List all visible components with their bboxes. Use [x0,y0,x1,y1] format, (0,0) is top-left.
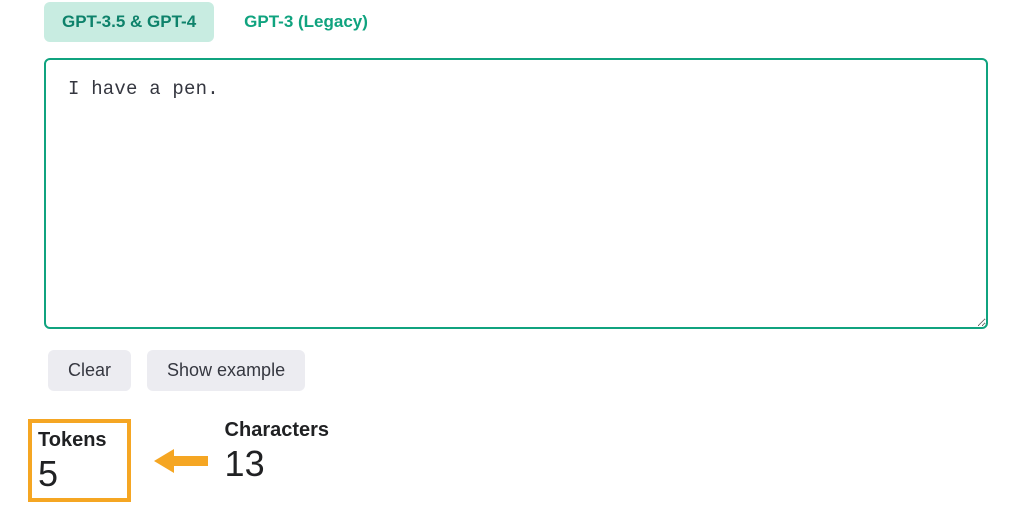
characters-label: Characters [225,419,330,442]
characters-value: 13 [225,446,330,482]
tokenizer-input[interactable] [44,58,988,329]
tokens-value: 5 [38,456,107,492]
tab-gpt3-legacy[interactable]: GPT-3 (Legacy) [226,2,386,42]
show-example-button[interactable]: Show example [147,350,305,391]
action-buttons: Clear Show example [48,350,988,391]
tokens-stat: Tokens 5 [38,429,107,492]
tokens-label: Tokens [38,429,107,452]
textarea-container [44,58,988,334]
model-tabs: GPT-3.5 & GPT-4 GPT-3 (Legacy) [44,2,988,42]
tab-gpt35-gpt4[interactable]: GPT-3.5 & GPT-4 [44,2,214,42]
characters-stat: Characters 13 [225,419,330,482]
tokens-highlight-box: Tokens 5 [28,419,131,502]
clear-button[interactable]: Clear [48,350,131,391]
stats-row: Tokens 5 Characters 13 [44,419,988,502]
arrow-annotation [154,447,208,475]
